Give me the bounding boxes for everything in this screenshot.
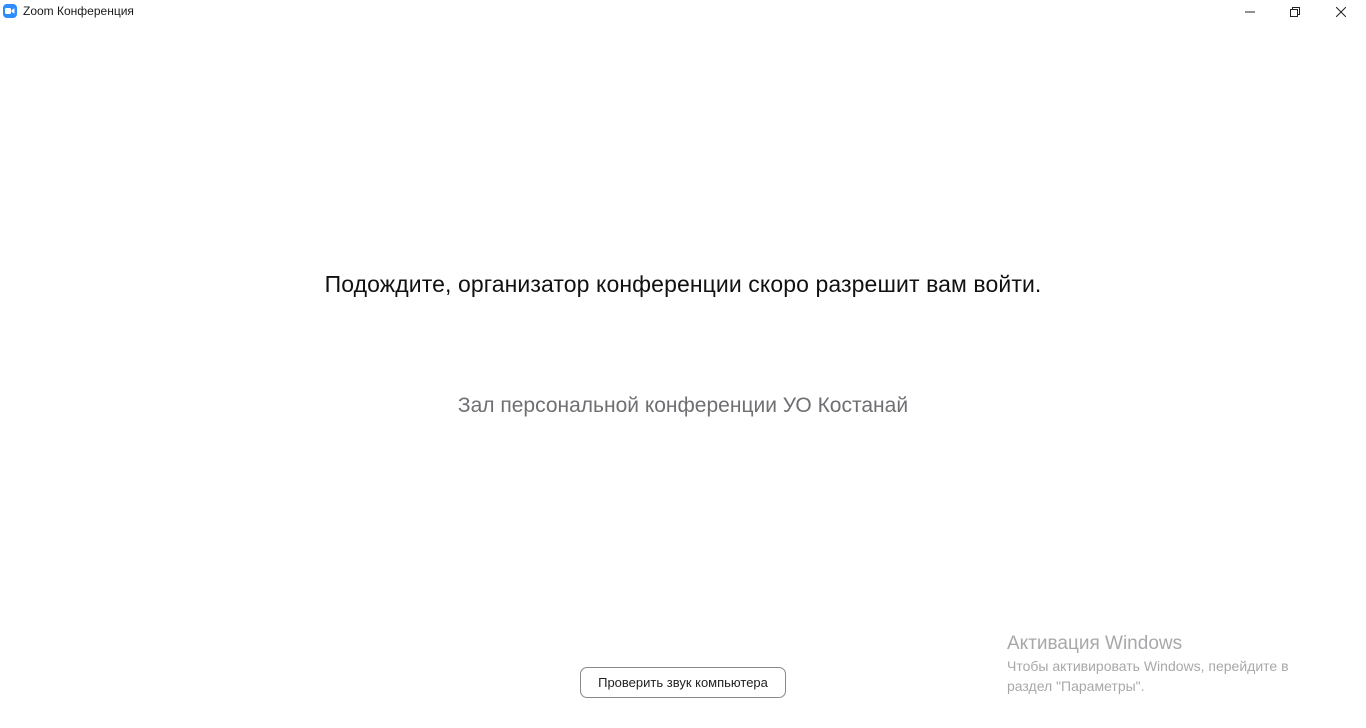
windows-activation-watermark: Активация Windows Чтобы активировать Win…: [1007, 632, 1347, 696]
watermark-line-2: раздел "Параметры".: [1007, 678, 1145, 694]
close-icon: [1336, 7, 1346, 17]
restore-icon: [1290, 7, 1300, 17]
window-title: Zoom Конференция: [23, 4, 134, 18]
title-bar[interactable]: Zoom Конференция: [0, 0, 1366, 24]
maximize-button[interactable]: [1272, 0, 1318, 24]
minimize-button[interactable]: [1227, 0, 1273, 24]
watermark-title: Активация Windows: [1007, 633, 1183, 654]
meeting-room-name: Зал персональной конференции УО Костанай: [457, 394, 909, 417]
test-computer-audio-button[interactable]: Проверить звук компьютера: [580, 667, 786, 698]
zoom-window: Zoom Конференция Подождите, организатор …: [0, 0, 1366, 728]
zoom-camera-icon: [3, 4, 17, 18]
close-button[interactable]: [1318, 0, 1364, 24]
minimize-icon: [1245, 11, 1255, 13]
waiting-message: Подождите, организатор конференции скоро…: [324, 271, 1042, 297]
watermark-line-1: Чтобы активировать Windows, перейдите в: [1007, 658, 1289, 674]
